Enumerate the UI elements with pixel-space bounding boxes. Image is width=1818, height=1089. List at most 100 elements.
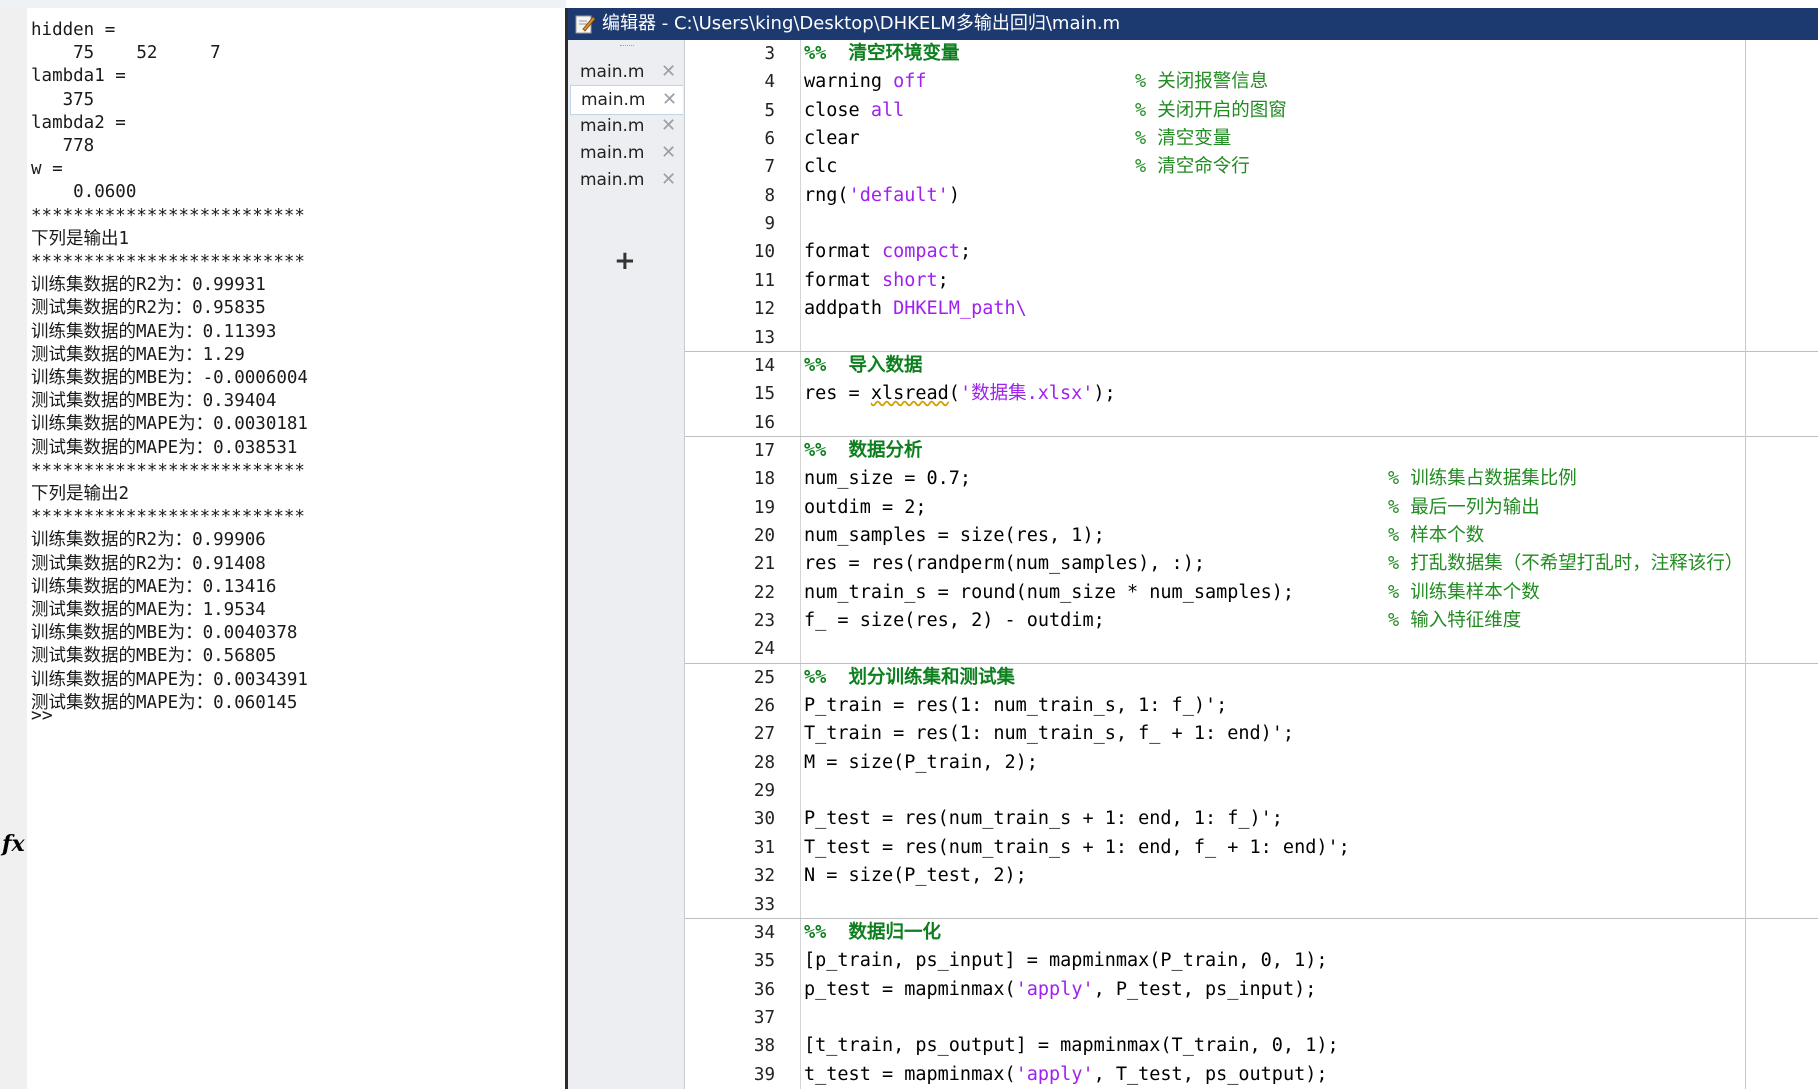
code-line: T_train = res(1: num_train_s, f_ + 1: en… (804, 720, 1294, 748)
code-token: , P_test, ps_input); (1093, 978, 1317, 1000)
code-token-literal: short (881, 269, 938, 291)
code-token: ; (937, 269, 949, 291)
code-line: res = res(randperm(num_samples), :); (804, 550, 1205, 578)
line-number: 5 (764, 100, 775, 121)
line-number: 23 (753, 611, 775, 631)
code-section-header: %% 清空环境变量 (804, 43, 960, 64)
line-number: 9 (764, 214, 775, 235)
line-number: 31 (753, 837, 775, 858)
line-number-gutter: 3 4 5 6 7 8 9 10 11 12 13 14 15 16 17 18 19 20 21 22 23 24 25 2… (685, 40, 801, 1089)
command-prompt[interactable]: >> (31, 705, 53, 726)
editor-title: 编辑器 - C:\Users\king\Desktop\DHKELM多输出回归\… (602, 13, 1121, 34)
code-token: M = size(P_train, 2); (804, 751, 1038, 773)
line-number: 7 (764, 157, 775, 178)
code-section-header: %% 数据归一化 (804, 921, 942, 943)
code-token: p_test = mapminmax( (804, 978, 1016, 1000)
tabstrip-grip[interactable] (620, 45, 634, 48)
tab-label: main.m (580, 143, 645, 163)
code-line: [t_train, ps_output] = mapminmax(T_train… (804, 1032, 1339, 1060)
fx-icon[interactable]: fx (2, 831, 25, 857)
editor-tab[interactable]: main.m ✕ (570, 58, 682, 86)
close-tab-icon[interactable]: ✕ (661, 139, 676, 167)
code-area[interactable]: %% 清空环境变量 warning off % 关闭报警信息 close all % 关… (801, 40, 1818, 1089)
line-number: 16 (753, 412, 775, 433)
code-line: f_ = size(res, 2) - outdim; (804, 607, 1105, 635)
code-token-literal: DHKELM_path\ (893, 298, 1027, 320)
line-number: 36 (753, 979, 775, 1000)
line-number: 29 (753, 781, 775, 802)
editor-tab[interactable]: main.m ✕ (570, 85, 683, 115)
line-number: 22 (753, 582, 775, 603)
code-token-literal: compact (881, 241, 960, 263)
code-comment: % 训练集占数据集比例 (1388, 468, 1577, 490)
section-divider (685, 350, 1818, 352)
code-token: outdim = 2; (804, 496, 927, 518)
line-number: 37 (753, 1007, 775, 1028)
code-token-literal: 'apply' (1015, 1063, 1094, 1085)
code-comment: % 清空命令行 (1135, 156, 1250, 178)
code-token: P_test = res(num_train_s + 1: end, 1: f_… (804, 808, 1283, 830)
code-line: addpath DHKELM_path\ (804, 295, 1027, 323)
code-line: p_test = mapminmax('apply', P_test, ps_i… (804, 976, 1316, 1004)
editor-tab[interactable]: main.m ✕ (570, 139, 682, 167)
code-line: close all (804, 97, 904, 125)
code-token: xlsread (870, 383, 949, 405)
editor-titlebar: 编辑器 - C:\Users\king\Desktop\DHKELM多输出回归\… (568, 8, 1818, 40)
code-comment: % 最后一列为输出 (1388, 496, 1540, 518)
section-divider (685, 917, 1818, 919)
line-number: 28 (753, 752, 775, 773)
line-number: 12 (753, 299, 775, 320)
code-token-literal: 'apply' (1015, 978, 1094, 1000)
line-number: 38 (753, 1036, 775, 1057)
code-token-literal: all (870, 99, 905, 121)
line-number: 39 (753, 1064, 775, 1085)
editor-tab[interactable]: main.m ✕ (570, 112, 682, 140)
code-token: rng( (804, 184, 849, 206)
line-number: 15 (753, 384, 775, 405)
code-token: addpath (804, 298, 894, 320)
code-token: close (804, 99, 871, 121)
line-number: 13 (753, 327, 775, 348)
section-divider (685, 662, 1818, 664)
line-number: 3 (764, 44, 775, 64)
code-line: clc (804, 153, 837, 181)
code-comment: % 关闭报警信息 (1135, 71, 1269, 93)
close-tab-icon[interactable]: ✕ (661, 166, 676, 194)
tab-label: main.m (580, 116, 645, 136)
code-line: num_size = 0.7; (804, 465, 971, 493)
code-token: P_train = res(1: num_train_s, 1: f_)'; (804, 695, 1228, 717)
line-number: 27 (753, 724, 775, 745)
code-line: outdim = 2; (804, 494, 927, 522)
right-margin-line (1745, 40, 1746, 1089)
code-token: res = res(randperm(num_samples), :); (804, 553, 1205, 575)
line-number: 26 (753, 696, 775, 717)
line-number: 20 (753, 525, 775, 546)
command-window[interactable]: hidden = 75 52 7 lambda1 = 375 lambda2 = 7… (27, 8, 565, 1089)
code-token: , T_test, ps_output); (1093, 1063, 1328, 1085)
close-tab-icon[interactable]: ✕ (662, 86, 677, 114)
code-line: clear (804, 125, 860, 153)
console-left-gutter: fx (0, 8, 27, 1089)
code-token-literal: '数据集.xlsx' (959, 383, 1094, 405)
console-line: 测试集数据的MAPE为：0.060145 (31, 692, 298, 713)
line-number: 34 (753, 922, 775, 943)
code-line: N = size(P_test, 2); (804, 862, 1027, 890)
code-line: rng('default') (804, 182, 960, 210)
line-number: 8 (764, 185, 775, 206)
code-token: t_test = mapminmax( (804, 1063, 1016, 1085)
code-section-header: %% 导入数据 (804, 354, 923, 376)
code-comment: % 训练集样本个数 (1388, 581, 1540, 603)
editor-tab[interactable]: main.m ✕ (570, 166, 682, 194)
code-token: ; (959, 241, 972, 263)
line-number: 35 (753, 951, 775, 972)
close-tab-icon[interactable]: ✕ (661, 112, 676, 140)
add-tab-button[interactable]: + (614, 246, 636, 276)
line-number: 33 (753, 894, 775, 915)
close-tab-icon[interactable]: ✕ (661, 58, 676, 86)
line-number: 24 (753, 639, 775, 660)
line-number: 14 (753, 355, 775, 376)
code-token-literal: off (893, 71, 927, 93)
code-comment: % 输入特征维度 (1388, 610, 1522, 631)
code-comment: % 样本个数 (1388, 524, 1485, 546)
line-number: 18 (753, 469, 775, 490)
